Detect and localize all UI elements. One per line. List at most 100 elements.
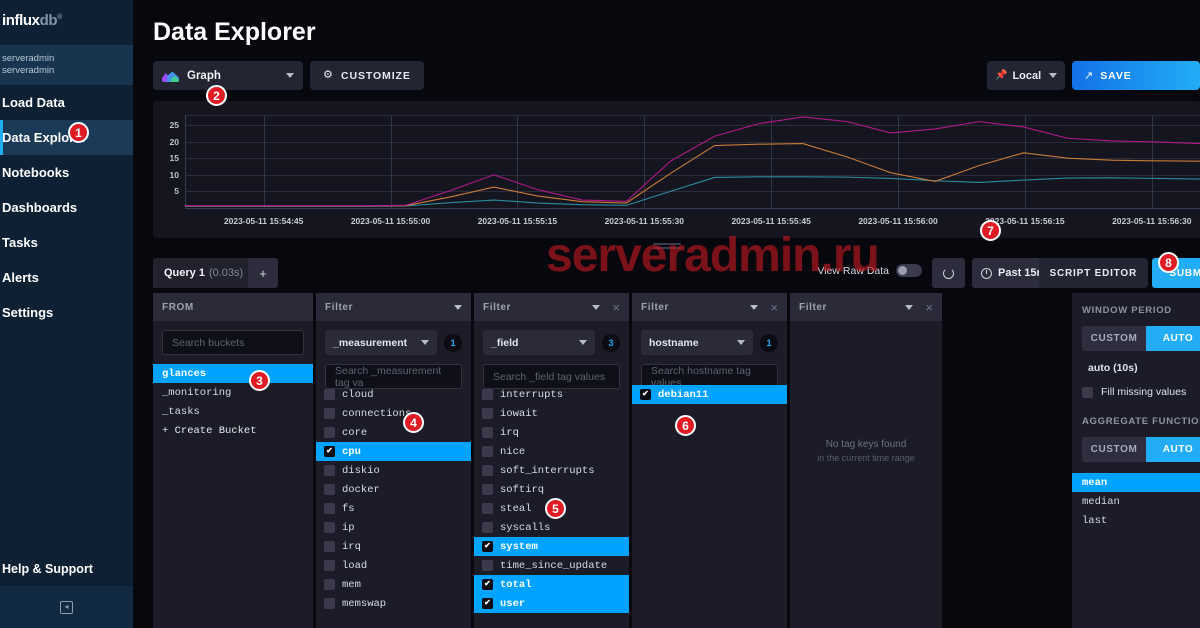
sidebar-collapse-bar[interactable]: ◂ xyxy=(0,586,133,628)
save-button-label: SAVE xyxy=(1100,69,1132,82)
submit-button-label: SUBMIT xyxy=(1169,267,1200,279)
measurement-value-item[interactable]: ✔ fs xyxy=(316,499,471,518)
bucket-item[interactable]: _tasks xyxy=(153,402,313,421)
chevron-down-icon xyxy=(286,73,294,78)
field-value-item[interactable]: ✔ total xyxy=(474,575,629,594)
query-tab-duration: (0.03s) xyxy=(208,267,244,279)
fill-missing-values-checkbox[interactable]: ✔ Fill missing values xyxy=(1082,386,1200,398)
chevron-down-icon[interactable] xyxy=(592,304,601,310)
logo-db-text: db xyxy=(39,11,58,29)
window-period-custom-button[interactable]: CUSTOM xyxy=(1082,326,1146,351)
aggregate-function-item[interactable]: median xyxy=(1072,492,1200,511)
from-bucket-panel: FROM Search buckets glances _monitoring _t… xyxy=(153,293,313,628)
visualization-type-dropdown[interactable]: Graph xyxy=(153,61,303,90)
add-query-button[interactable]: + xyxy=(248,258,278,288)
aggregate-custom-button[interactable]: CUSTOM xyxy=(1082,437,1146,462)
graph-visualization-card[interactable]: 2023-05-11 15:54:45 2023-05-11 15:55:00 20… xyxy=(153,101,1200,238)
measurement-value-item[interactable]: ✔ memswap xyxy=(316,594,471,613)
checkbox-icon: ✔ xyxy=(324,541,335,552)
script-editor-button[interactable]: SCRIPT EDITOR xyxy=(1038,258,1148,288)
sidebar-item-tasks[interactable]: Tasks xyxy=(0,225,133,260)
measurement-value-item[interactable]: ✔ irq xyxy=(316,537,471,556)
query-tab-1[interactable]: Query 1 (0.03s) xyxy=(153,258,255,288)
hostname-panel-header[interactable]: Filter × xyxy=(632,293,787,321)
sidebar-item-help-support[interactable]: Help & Support xyxy=(0,552,133,586)
timezone-dropdown[interactable]: 📌 Local xyxy=(987,61,1065,90)
refresh-button[interactable] xyxy=(932,258,965,288)
field-tag-key-dropdown[interactable]: _field xyxy=(483,330,595,355)
timezone-label: Local xyxy=(1012,69,1042,82)
measurement-tag-key-dropdown[interactable]: _measurement xyxy=(325,330,437,355)
sidebar-item-alerts[interactable]: Alerts xyxy=(0,260,133,295)
measurement-value-item[interactable]: ✔ docker xyxy=(316,480,471,499)
field-value-item[interactable]: ✔ interrupts xyxy=(474,385,629,404)
query-toolbar: Query 1 (0.03s) + View Raw Data Past 15m… xyxy=(153,258,1200,288)
field-value-item[interactable]: ✔ time_since_update xyxy=(474,556,629,575)
field-value-item[interactable]: ✔ user xyxy=(474,594,629,613)
bucket-item[interactable]: glances xyxy=(153,364,313,383)
close-icon[interactable]: × xyxy=(770,301,778,314)
chevron-down-icon xyxy=(1049,73,1057,78)
aggregate-function-item[interactable]: last xyxy=(1072,511,1200,530)
field-value-item[interactable]: ✔ nice xyxy=(474,442,629,461)
measurement-panel-header[interactable]: Filter xyxy=(316,293,471,321)
chevron-down-icon[interactable] xyxy=(750,304,759,310)
checkbox-icon: ✔ xyxy=(324,408,335,419)
aggregate-auto-button[interactable]: AUTO xyxy=(1146,437,1200,462)
measurement-value-item[interactable]: ✔ mem xyxy=(316,575,471,594)
create-bucket-button[interactable]: + Create Bucket xyxy=(153,421,313,440)
bucket-search-placeholder: Search buckets xyxy=(172,336,245,349)
field-filter-panel: Filter × _field 3 Search _field tag valu… xyxy=(474,293,629,628)
bucket-search-input[interactable]: Search buckets xyxy=(162,330,304,355)
measurement-value-item[interactable]: ✔ load xyxy=(316,556,471,575)
view-raw-data-toggle[interactable]: View Raw Data xyxy=(817,264,922,277)
sidebar-item-settings[interactable]: Settings xyxy=(0,295,133,330)
chevron-down-icon[interactable] xyxy=(905,304,914,310)
field-value-item[interactable]: ✔ iowait xyxy=(474,404,629,423)
collapse-sidebar-icon[interactable]: ◂ xyxy=(60,600,73,614)
field-selected-count: 3 xyxy=(602,333,620,352)
measurement-value-item[interactable]: ✔ core xyxy=(316,423,471,442)
line-chart-plot-area[interactable]: 2023-05-11 15:54:45 2023-05-11 15:55:00 20… xyxy=(170,115,1200,226)
window-period-auto-button[interactable]: AUTO xyxy=(1146,326,1200,351)
chart-x-tick-label: 2023-05-11 15:55:45 xyxy=(731,216,811,226)
field-value-item[interactable]: ✔ steal xyxy=(474,499,629,518)
field-value-item[interactable]: ✔ irq xyxy=(474,423,629,442)
save-as-button[interactable]: ↗ SAVE xyxy=(1072,61,1200,90)
chevron-down-icon[interactable] xyxy=(454,304,462,310)
hostname-tag-key-dropdown[interactable]: hostname xyxy=(641,330,753,355)
chart-x-tick-label: 2023-05-11 15:55:30 xyxy=(604,216,684,226)
measurement-value-item[interactable]: ✔ diskio xyxy=(316,461,471,480)
measurement-value-item[interactable]: ✔ cpu xyxy=(316,442,471,461)
sidebar-item-notebooks[interactable]: Notebooks xyxy=(0,155,133,190)
tag-value-label: memswap xyxy=(342,597,387,610)
submit-button[interactable]: SUBMIT xyxy=(1152,258,1200,288)
chart-y-tick-label: 20 xyxy=(169,136,179,147)
field-value-item[interactable]: ✔ system xyxy=(474,537,629,556)
tag-value-label: interrupts xyxy=(500,388,564,401)
close-icon[interactable]: × xyxy=(925,301,933,314)
sidebar-item-dashboards[interactable]: Dashboards xyxy=(0,190,133,225)
pin-icon: 📌 xyxy=(995,70,1008,81)
panel-resize-handle[interactable] xyxy=(652,243,681,251)
sidebar-item-load-data[interactable]: Load Data xyxy=(0,85,133,120)
tag-value-label: time_since_update xyxy=(500,559,608,572)
field-value-item[interactable]: ✔ softirq xyxy=(474,480,629,499)
hostname-value-item[interactable]: ✔ debian11 xyxy=(632,385,787,404)
user-account-block[interactable]: serveradmin serveradmin xyxy=(0,45,133,85)
measurement-value-item[interactable]: ✔ ip xyxy=(316,518,471,537)
measurement-value-item[interactable]: ✔ connections xyxy=(316,404,471,423)
field-value-item[interactable]: ✔ soft_interrupts xyxy=(474,461,629,480)
bucket-item[interactable]: _monitoring xyxy=(153,383,313,402)
toggle-switch[interactable] xyxy=(896,264,922,277)
aggregate-function-item[interactable]: mean xyxy=(1072,473,1200,492)
app-logo[interactable]: influxdb® xyxy=(0,0,133,40)
field-panel-header[interactable]: Filter × xyxy=(474,293,629,321)
close-icon[interactable]: × xyxy=(612,301,620,314)
field-value-item[interactable]: ✔ syscalls xyxy=(474,518,629,537)
sidebar-item-data-explorer[interactable]: Data Explorer xyxy=(0,120,133,155)
sidebar-item-label: Load Data xyxy=(2,95,65,110)
customize-button[interactable]: ⚙ CUSTOMIZE xyxy=(310,61,424,90)
empty-panel-header[interactable]: Filter × xyxy=(790,293,942,321)
measurement-value-item[interactable]: ✔ cloud xyxy=(316,385,471,404)
